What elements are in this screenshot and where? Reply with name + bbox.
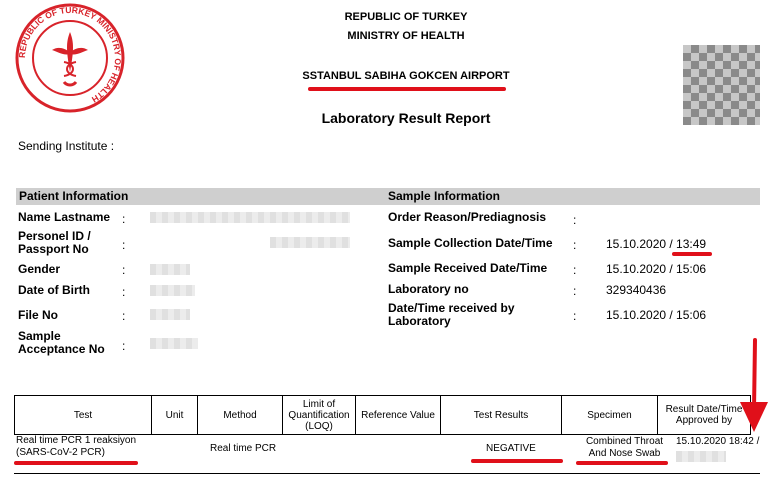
results-table: Test Unit Method Limit of Quantification… xyxy=(14,395,751,435)
sample-collection-value: 15.10.2020 / 13:49 xyxy=(606,237,707,251)
colon: : xyxy=(122,339,126,353)
report-title: Laboratory Result Report xyxy=(321,110,491,126)
colon: : xyxy=(122,238,126,252)
table-bottom-rule xyxy=(14,473,760,474)
colon: : xyxy=(122,309,126,323)
colon: : xyxy=(573,213,577,227)
qr-code-blurred xyxy=(683,45,760,125)
redacted-value xyxy=(150,338,198,349)
column-header: Test xyxy=(14,395,152,435)
location-name: SSTANBUL SABIHA GOKCEN AIRPORT xyxy=(302,70,510,82)
ministry-name: MINISTRY OF HEALTH xyxy=(347,30,465,42)
patient-information-heading: Patient Information xyxy=(19,189,129,203)
result-datetime-cell: 15.10.2020 18:42 / xyxy=(676,436,760,447)
colon: : xyxy=(122,263,126,277)
patient-field-label: File No xyxy=(18,308,59,322)
sample-information-heading: Sample Information xyxy=(388,189,501,203)
redacted-value xyxy=(270,237,350,248)
sample-field-label: Sample Collection Date/Time xyxy=(388,236,553,250)
column-header: Unit xyxy=(151,395,198,435)
sample-field-label: Order Reason/Prediagnosis xyxy=(388,210,547,224)
patient-field-label: Name Lastname xyxy=(18,210,111,224)
colon: : xyxy=(573,238,577,252)
specimen-underline xyxy=(576,461,668,465)
table-header-row: Test Unit Method Limit of Quantification… xyxy=(14,395,751,435)
red-arrow-annotation xyxy=(736,338,772,434)
patient-field-label: Personel ID / Passport No xyxy=(18,229,91,256)
redacted-value xyxy=(150,264,190,275)
column-header: Limit of Quantification (LOQ) xyxy=(282,395,356,435)
sample-received-value: 15.10.2020 / 15:06 xyxy=(606,262,707,276)
specimen-cell: Combined Throat And Nose Swab xyxy=(585,436,664,459)
colon: : xyxy=(573,309,577,323)
test-name-underline xyxy=(14,461,138,465)
column-header: Method xyxy=(197,395,283,435)
redacted-value xyxy=(150,285,195,296)
lab-received-value: 15.10.2020 / 15:06 xyxy=(606,308,707,322)
column-header: Specimen xyxy=(561,395,658,435)
test-result-cell: NEGATIVE xyxy=(486,443,536,454)
method-cell: Real time PCR xyxy=(210,443,277,454)
location-underline xyxy=(308,87,506,91)
colon: : xyxy=(573,263,577,277)
patient-field-label: Sample Acceptance No xyxy=(18,329,105,356)
colon: : xyxy=(122,212,126,226)
country-name: REPUBLIC OF TURKEY xyxy=(344,11,468,23)
colon: : xyxy=(573,284,577,298)
patient-field-label: Date of Birth xyxy=(18,283,90,297)
laboratory-no-value: 329340436 xyxy=(606,283,667,297)
redacted-value xyxy=(676,451,726,462)
result-underline xyxy=(471,459,563,463)
test-name-cell: Real time PCR 1 reaksiyon (SARS-CoV-2 PC… xyxy=(16,435,137,458)
colon: : xyxy=(122,285,126,299)
sample-field-label: Laboratory no xyxy=(388,282,469,296)
collection-time-underline xyxy=(672,252,712,256)
redacted-value xyxy=(150,212,350,223)
column-header: Test Results xyxy=(440,395,562,435)
column-header: Reference Value xyxy=(355,395,441,435)
patient-field-label: Gender xyxy=(18,262,61,276)
sending-institute-label: Sending Institute : xyxy=(18,139,115,153)
redacted-value xyxy=(150,309,190,320)
sample-field-label: Date/Time received by Laboratory xyxy=(388,301,515,328)
sample-field-label: Sample Received Date/Time xyxy=(388,261,548,275)
